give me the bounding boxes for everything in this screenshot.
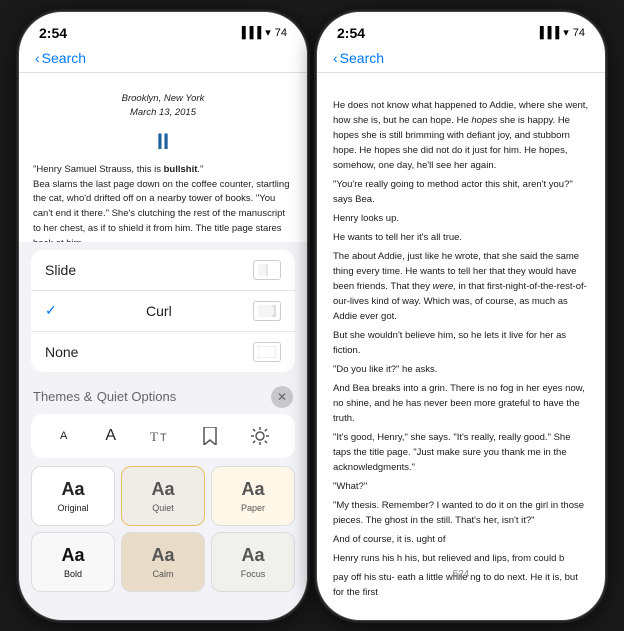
chevron-left-icon-right: ‹ — [333, 50, 338, 66]
font-decrease-button[interactable]: A — [52, 426, 75, 446]
theme-quiet-name: Quiet — [152, 503, 174, 513]
none-label: None — [45, 344, 78, 360]
right-para-12: And of course, it is. ught of — [333, 532, 589, 547]
left-phone: 2:54 ▐▐▐ ▾ 74 ‹ Search Brooklyn, New Yor… — [18, 11, 308, 621]
right-para-2: "You're really going to method actor thi… — [333, 177, 589, 207]
theme-original-card[interactable]: Aa Original — [31, 466, 115, 526]
theme-quiet-card[interactable]: Aa Quiet — [121, 466, 205, 526]
curl-label: Curl — [146, 303, 172, 319]
slide-option-none[interactable]: None — [31, 332, 295, 372]
right-para-10: "What?" — [333, 479, 589, 494]
wifi-icon-right: ▾ — [563, 26, 569, 39]
right-para-7: "Do you like it?" he asks. — [333, 362, 589, 377]
themes-header: Themes & Quiet Options ✕ — [19, 380, 307, 414]
right-para-3: Henry looks up. — [333, 211, 589, 226]
back-button-left[interactable]: ‹ Search — [35, 50, 86, 66]
theme-calm-aa: Aa — [151, 545, 174, 566]
curl-icon — [253, 301, 281, 321]
nav-bar-right: ‹ Search — [317, 48, 605, 73]
slide-options-menu: Slide ✓ Curl None — [31, 250, 295, 372]
close-button[interactable]: ✕ — [271, 386, 293, 408]
right-phone: 2:54 ▐▐▐ ▾ 74 ‹ Search He does not know … — [316, 11, 606, 621]
theme-bold-card[interactable]: Aa Bold — [31, 532, 115, 592]
phones-container: 2:54 ▐▐▐ ▾ 74 ‹ Search Brooklyn, New Yor… — [18, 11, 606, 621]
nav-bar-left: ‹ Search — [19, 48, 307, 73]
theme-paper-aa: Aa — [241, 479, 264, 500]
svg-text:T: T — [150, 429, 158, 444]
slide-option-curl[interactable]: ✓ Curl — [31, 291, 295, 332]
quiet-options-label: Quiet Options — [97, 389, 177, 404]
theme-cards-grid: Aa Original Aa Quiet Aa Paper Aa Bold Aa — [31, 466, 295, 592]
signal-icon-right: ▐▐▐ — [536, 27, 559, 39]
status-icons-right: ▐▐▐ ▾ 74 — [536, 26, 585, 39]
book-location: Brooklyn, New York March 13, 2015 — [33, 92, 293, 121]
theme-original-aa: Aa — [61, 479, 84, 500]
page-number: 524 — [317, 565, 605, 584]
theme-focus-card[interactable]: Aa Focus — [211, 532, 295, 592]
right-para-13: Henry runs his h his, but relieved and l… — [333, 551, 589, 566]
svg-text:T: T — [160, 432, 167, 444]
time-left: 2:54 — [39, 25, 67, 41]
battery-icon: 74 — [275, 27, 287, 39]
bottom-panel: Slide ✓ Curl None — [19, 242, 307, 620]
right-para-9: "It's good, Henry," she says. "It's real… — [333, 430, 589, 475]
checkmark-icon: ✓ — [45, 302, 57, 319]
theme-calm-card[interactable]: Aa Calm — [121, 532, 205, 592]
back-button-right[interactable]: ‹ Search — [333, 50, 384, 66]
theme-bold-name: Bold — [64, 569, 82, 579]
book-para-2: Bea slams the last page down on the coff… — [33, 178, 293, 252]
book-text-right: He does not know what happened to Addie,… — [317, 92, 605, 600]
right-para-1: He does not know what happened to Addie,… — [333, 98, 589, 173]
none-icon — [253, 342, 281, 362]
chapter-heading: II — [33, 125, 293, 159]
right-para-4: He wants to tell her it's all true. — [333, 230, 589, 245]
book-para-1: "Henry Samuel Strauss, this is bullshit.… — [33, 163, 293, 178]
font-increase-button[interactable]: A — [97, 423, 124, 449]
status-bar-left: 2:54 ▐▐▐ ▾ 74 — [19, 12, 307, 48]
font-family-button[interactable]: TT — [146, 422, 174, 450]
slide-label: Slide — [45, 262, 76, 278]
theme-calm-name: Calm — [152, 569, 173, 579]
themes-title: Themes & — [33, 389, 92, 404]
status-bar-right: 2:54 ▐▐▐ ▾ 74 — [317, 12, 605, 48]
theme-original-name: Original — [57, 503, 88, 513]
brightness-button[interactable] — [246, 422, 274, 450]
time-right: 2:54 — [337, 25, 365, 41]
status-icons-left: ▐▐▐ ▾ 74 — [238, 26, 287, 39]
theme-quiet-aa: Aa — [151, 479, 174, 500]
right-para-11: "My thesis. Remember? I wanted to do it … — [333, 498, 589, 528]
bookmark-button[interactable] — [196, 422, 224, 450]
slide-icon — [253, 260, 281, 280]
font-toolbar: A A TT — [31, 414, 295, 458]
theme-paper-name: Paper — [241, 503, 265, 513]
right-para-6: But she wouldn't believe him, so he lets… — [333, 328, 589, 358]
chevron-left-icon: ‹ — [35, 50, 40, 66]
battery-icon-right: 74 — [573, 27, 585, 39]
theme-focus-name: Focus — [241, 569, 266, 579]
right-para-8: And Bea breaks into a grin. There is no … — [333, 381, 589, 426]
theme-bold-aa: Aa — [61, 545, 84, 566]
book-content-right: He does not know what happened to Addie,… — [317, 92, 605, 600]
theme-paper-card[interactable]: Aa Paper — [211, 466, 295, 526]
slide-option-slide[interactable]: Slide — [31, 250, 295, 291]
theme-focus-aa: Aa — [241, 545, 264, 566]
right-para-5: The about Addie, just like he wrote, tha… — [333, 249, 589, 324]
themes-label-group: Themes & Quiet Options — [33, 388, 176, 406]
wifi-icon: ▾ — [265, 26, 271, 39]
signal-icon: ▐▐▐ — [238, 27, 261, 39]
